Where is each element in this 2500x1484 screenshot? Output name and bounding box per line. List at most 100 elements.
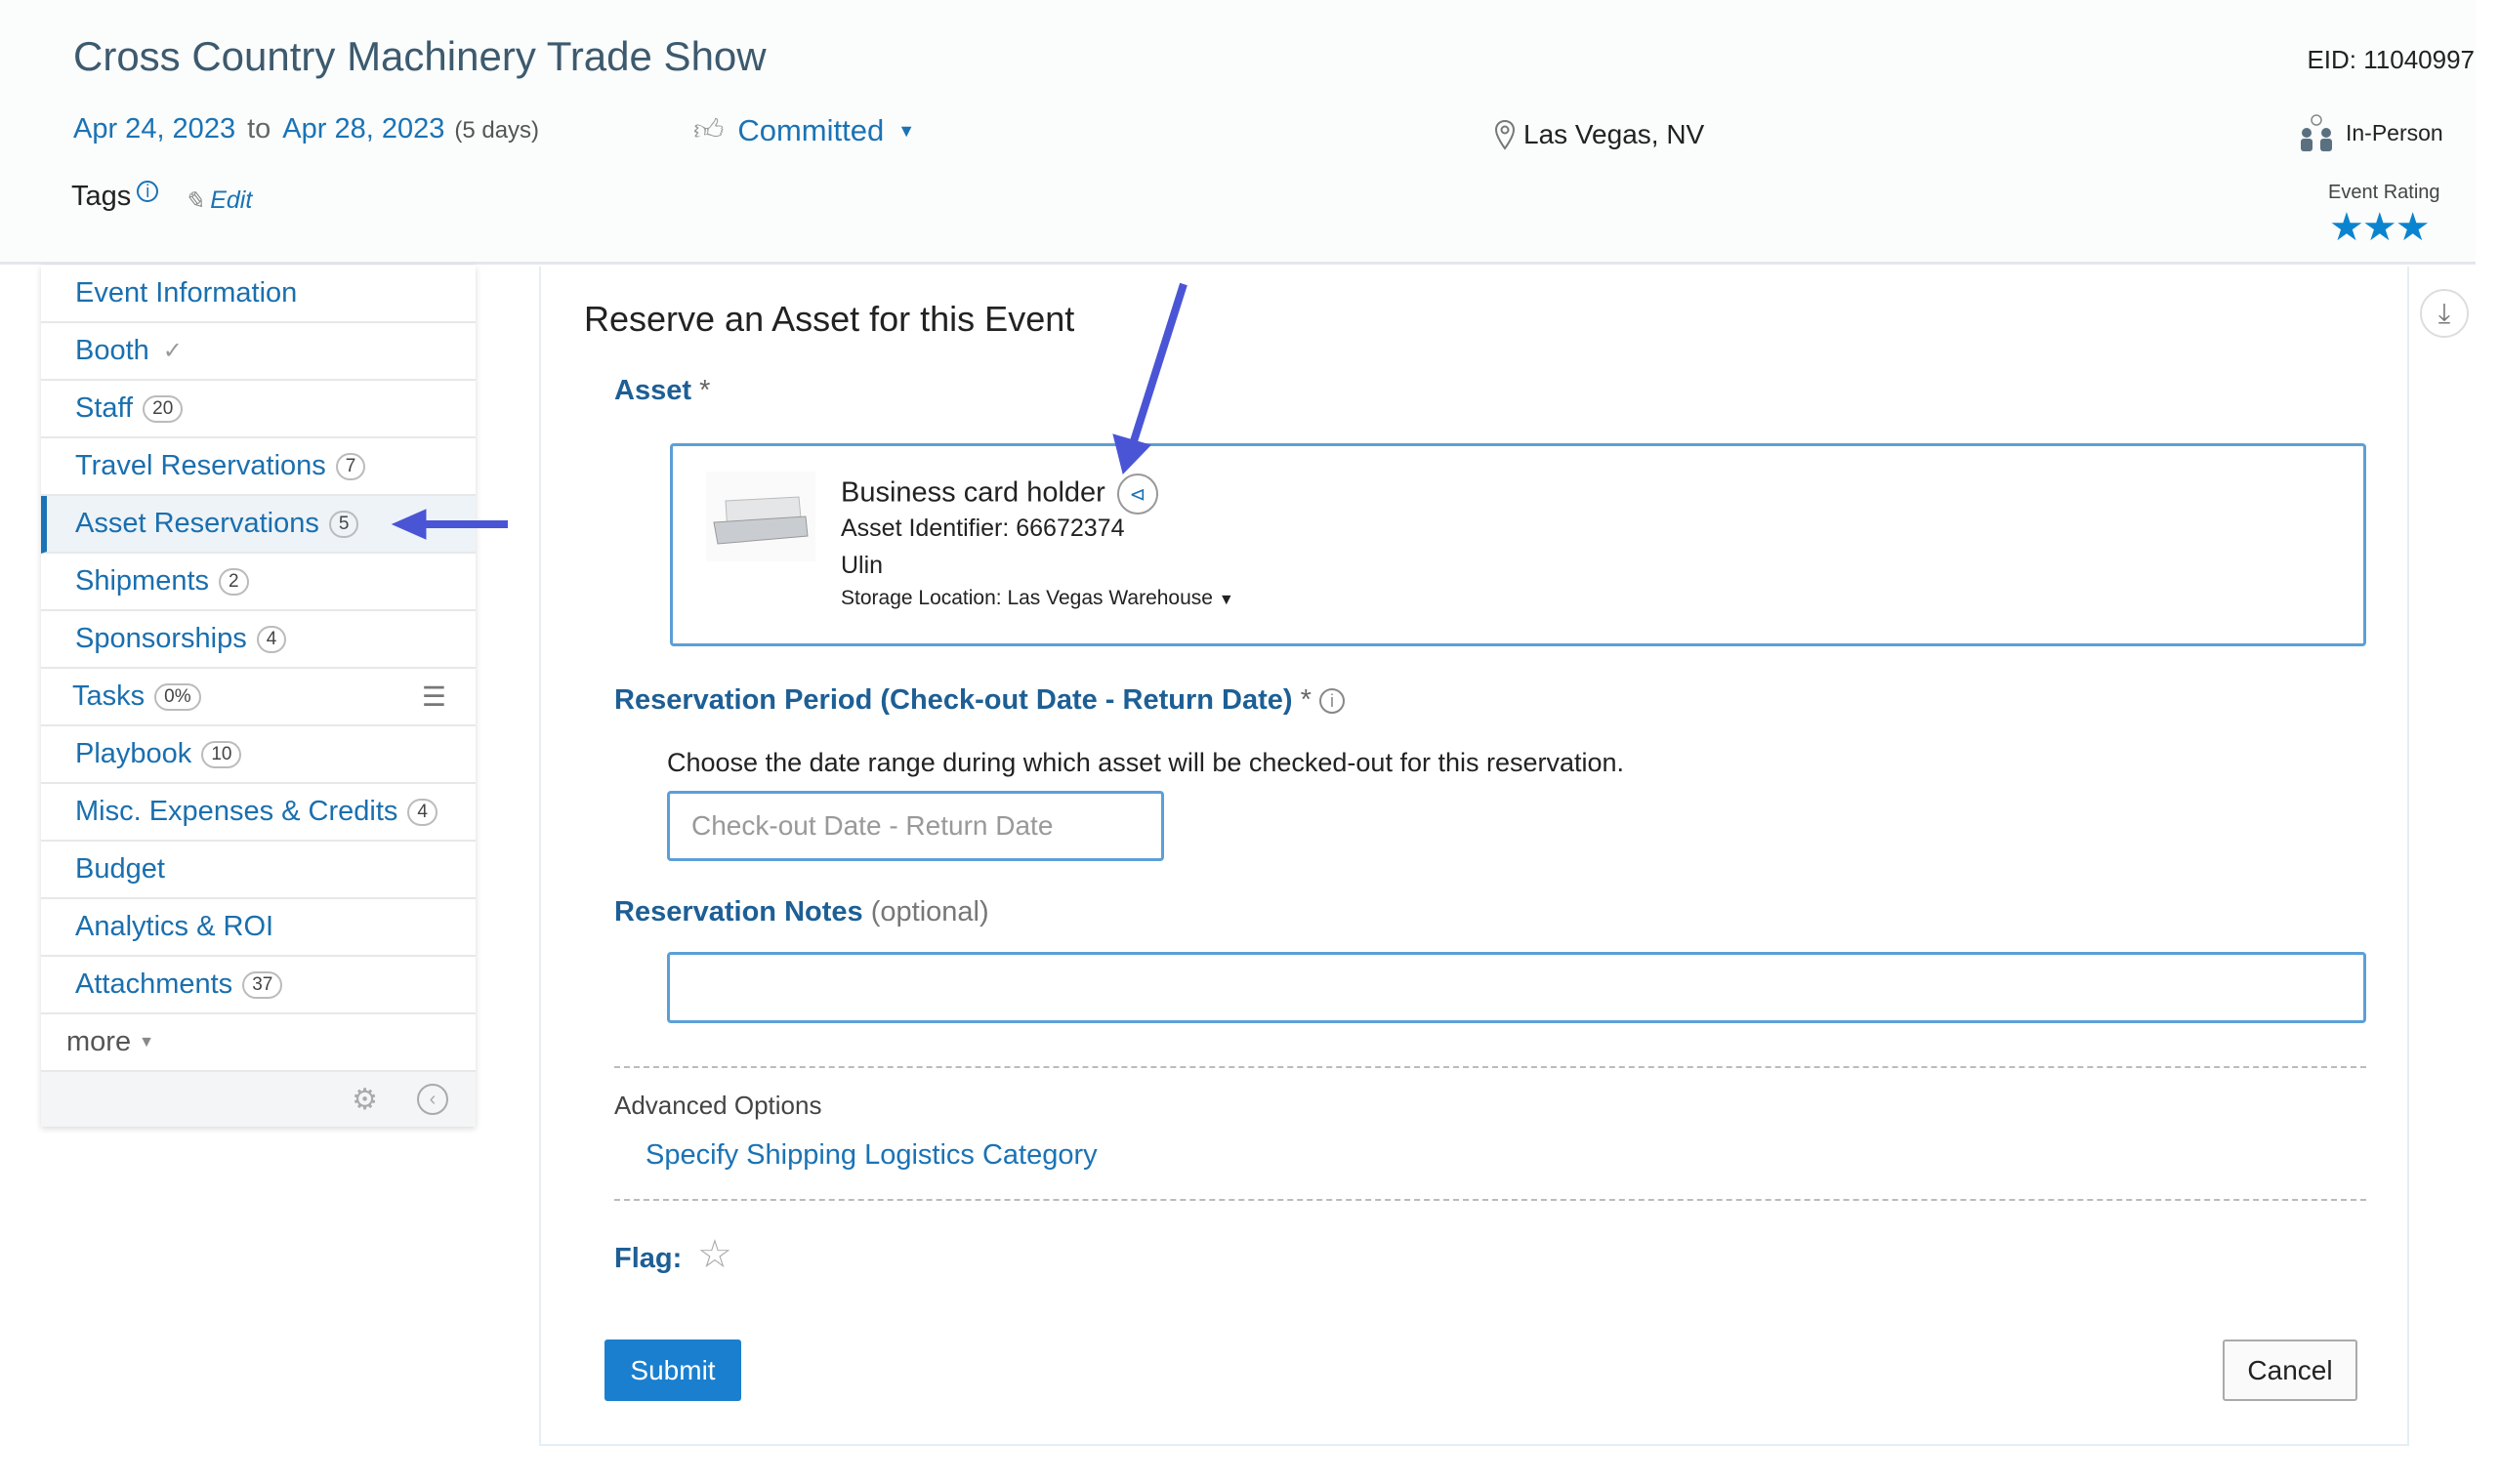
event-dates: Apr 24, 2023 to Apr 28, 2023 (5 days) [73, 113, 539, 145]
share-icon[interactable]: ⊲ [1116, 474, 1158, 515]
sidebar-item-label: Sponsorships [75, 623, 247, 654]
sidebar-item-label: Booth [75, 335, 149, 366]
divider [614, 1066, 2366, 1068]
sidebar-item-label: Playbook [75, 738, 192, 769]
required-marker: * [1300, 684, 1312, 716]
count-badge: 7 [335, 452, 366, 480]
edit-tags-link[interactable]: ✎ Edit [184, 186, 252, 216]
sidebar-item-label: Event Information [75, 277, 298, 309]
status-dropdown[interactable]: 👍︎ Committed ▼ [693, 113, 915, 148]
period-help-text: Choose the date range during which asset… [667, 748, 1625, 777]
check-icon: ✓ [162, 338, 183, 364]
specify-shipping-link[interactable]: Specify Shipping Logistics Category [646, 1139, 1098, 1172]
end-date[interactable]: Apr 28, 2023 [282, 113, 444, 144]
event-format: In-Person [2297, 113, 2443, 152]
more-label: more [66, 1026, 132, 1057]
sidebar-item-playbook[interactable]: Playbook 10 [41, 726, 476, 784]
event-id: EID: 11040997 [2307, 45, 2475, 74]
asset-identifier: Asset Identifier: 66672374 [841, 515, 1125, 542]
count-badge: 2 [219, 567, 249, 596]
sidebar-item-booth[interactable]: Booth ✓ [41, 323, 476, 381]
advanced-options-label: Advanced Options [614, 1091, 822, 1120]
task-list-icon[interactable]: ☰ [422, 680, 446, 713]
event-rating-stars[interactable]: ★★★ [2329, 205, 2431, 250]
event-title: Cross Country Machinery Trade Show [73, 33, 767, 79]
collapse-sidebar-icon[interactable]: ‹ [417, 1084, 448, 1115]
asset-card[interactable]: Business card holder ⊲ Asset Identifier: … [670, 443, 2366, 646]
notes-label-text: Reservation Notes [614, 896, 863, 928]
start-date[interactable]: Apr 24, 2023 [73, 113, 235, 144]
form-heading: Reserve an Asset for this Event [584, 299, 1075, 339]
download-button[interactable]: ⤓ [2420, 289, 2469, 338]
sidebar-item-staff[interactable]: Staff 20 [41, 381, 476, 438]
count-badge: 4 [256, 625, 287, 653]
map-pin-icon [1494, 119, 1516, 150]
period-label-text: Reservation Period (Check-out Date - Ret… [614, 684, 1293, 716]
flag-label: Flag: [614, 1243, 683, 1274]
gear-icon[interactable]: ⚙ [352, 1083, 378, 1117]
sidebar-item-shipments[interactable]: Shipments 2 [41, 554, 476, 611]
caret-down-icon: ▼ [1218, 592, 1234, 608]
asset-label-text: Asset [614, 375, 691, 406]
count-badge: 20 [143, 394, 184, 423]
thumbs-up-icon: 👍︎ [693, 114, 725, 146]
asset-thumbnail [706, 472, 815, 561]
date-range-placeholder: Check-out Date - Return Date [691, 810, 1054, 841]
sidebar-item-attachments[interactable]: Attachments 37 [41, 957, 476, 1014]
storage-location: Storage Location: Las Vegas Warehouse [841, 587, 1213, 609]
date-range-input[interactable]: Check-out Date - Return Date [667, 791, 1164, 861]
event-rating-label: Event Rating [2328, 182, 2440, 203]
asset-name: Business card holder [841, 476, 1105, 509]
people-icon [2301, 114, 2332, 151]
sidebar-item-event-information[interactable]: Event Information [41, 266, 476, 323]
duration: (5 days) [454, 117, 540, 144]
count-badge: 37 [242, 970, 283, 999]
flag-star-icon[interactable]: ☆ [697, 1232, 732, 1277]
sidebar-item-budget[interactable]: Budget [41, 842, 476, 899]
sidebar-item-label: Travel Reservations [75, 450, 326, 481]
sidebar-footer: ⚙ ‹ [41, 1072, 476, 1127]
sidebar-more[interactable]: more ▼ [41, 1014, 476, 1072]
count-badge: 10 [201, 740, 242, 768]
reservation-notes-label: Reservation Notes (optional) [614, 896, 989, 928]
sidebar-item-sponsorships[interactable]: Sponsorships 4 [41, 611, 476, 669]
count-badge: 0% [154, 682, 201, 711]
count-badge: 4 [407, 798, 438, 826]
sidebar-item-label: Asset Reservations [75, 508, 319, 539]
sidebar-item-label: Misc. Expenses & Credits [75, 796, 398, 827]
count-badge: 5 [328, 510, 359, 538]
star-icon[interactable]: ★ [2362, 206, 2397, 249]
info-icon[interactable]: i [1318, 688, 1345, 715]
sidebar-item-travel-reservations[interactable]: Travel Reservations 7 [41, 438, 476, 496]
sidebar-item-misc-expenses-credits[interactable]: Misc. Expenses & Credits 4 [41, 784, 476, 842]
sidebar-item-asset-reservations[interactable]: Asset Reservations 5 [41, 496, 476, 554]
caret-down-icon: ▼ [897, 120, 916, 141]
tags-label: Tags [71, 181, 132, 212]
pencil-icon: ✎ [184, 187, 205, 215]
sidebar-nav: Event Information Booth ✓ Staff 20 Travel Res… [41, 266, 476, 1127]
sidebar-item-label: Tasks [72, 680, 146, 712]
cancel-button[interactable]: Cancel [2223, 1340, 2357, 1401]
sidebar-item-label: Analytics & ROI [75, 911, 274, 942]
sidebar-item-analytics-roi[interactable]: Analytics & ROI [41, 899, 476, 957]
tags-row: Tags i ✎ Edit [71, 181, 252, 216]
required-marker: * [699, 375, 711, 406]
sidebar-item-label: Shipments [75, 565, 210, 597]
format-text: In-Person [2346, 119, 2443, 145]
submit-button[interactable]: Submit [604, 1340, 741, 1401]
date-separator: to [247, 113, 271, 144]
divider [614, 1199, 2366, 1201]
reservation-notes-input[interactable] [667, 952, 2366, 1023]
info-icon[interactable]: i [137, 181, 159, 202]
edit-label: Edit [210, 186, 253, 214]
star-icon[interactable]: ★ [2329, 206, 2364, 249]
location-text: Las Vegas, NV [1523, 119, 1705, 149]
optional-marker: (optional) [870, 896, 989, 928]
sidebar-item-label: Staff [75, 392, 134, 424]
star-icon[interactable]: ★ [2396, 206, 2431, 249]
sidebar-item-tasks[interactable]: Tasks 0% ☰ [41, 669, 476, 726]
caret-down-icon: ▼ [139, 1033, 154, 1051]
asset-owner: Ulin [841, 552, 884, 579]
status-label: Committed [737, 113, 885, 147]
storage-location-dropdown[interactable]: Storage Location: Las Vegas Warehouse ▼ [841, 587, 1234, 610]
